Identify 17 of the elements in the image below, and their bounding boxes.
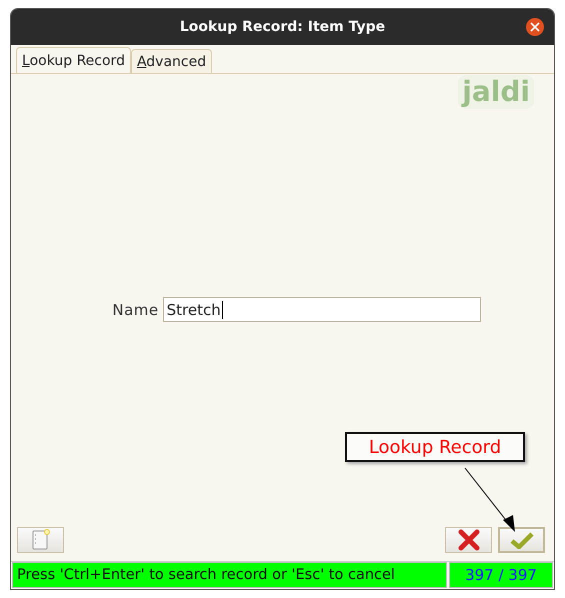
close-icon [530, 22, 540, 32]
name-field[interactable]: Stretch [162, 297, 481, 322]
arrow [464, 468, 515, 532]
cross-icon [458, 529, 480, 551]
tab[interactable]: Advanced [130, 49, 212, 73]
document-icon [32, 529, 50, 551]
field-label: Name [112, 300, 159, 318]
window-title: Lookup Record: Item Type [180, 19, 386, 35]
callout-label: Lookup Record [345, 432, 525, 462]
logo: jaldi [458, 75, 534, 109]
checkmark-icon [510, 531, 534, 549]
tab[interactable]: Lookup Record [16, 47, 131, 73]
status-message: Press 'Ctrl+Enter' to search record or 'Esc' to cancel [12, 562, 447, 588]
close-button[interactable] [526, 18, 544, 36]
cancel-button[interactable] [445, 527, 492, 553]
record-count: 397 / 397 [449, 562, 553, 588]
notes-button[interactable] [17, 527, 64, 553]
